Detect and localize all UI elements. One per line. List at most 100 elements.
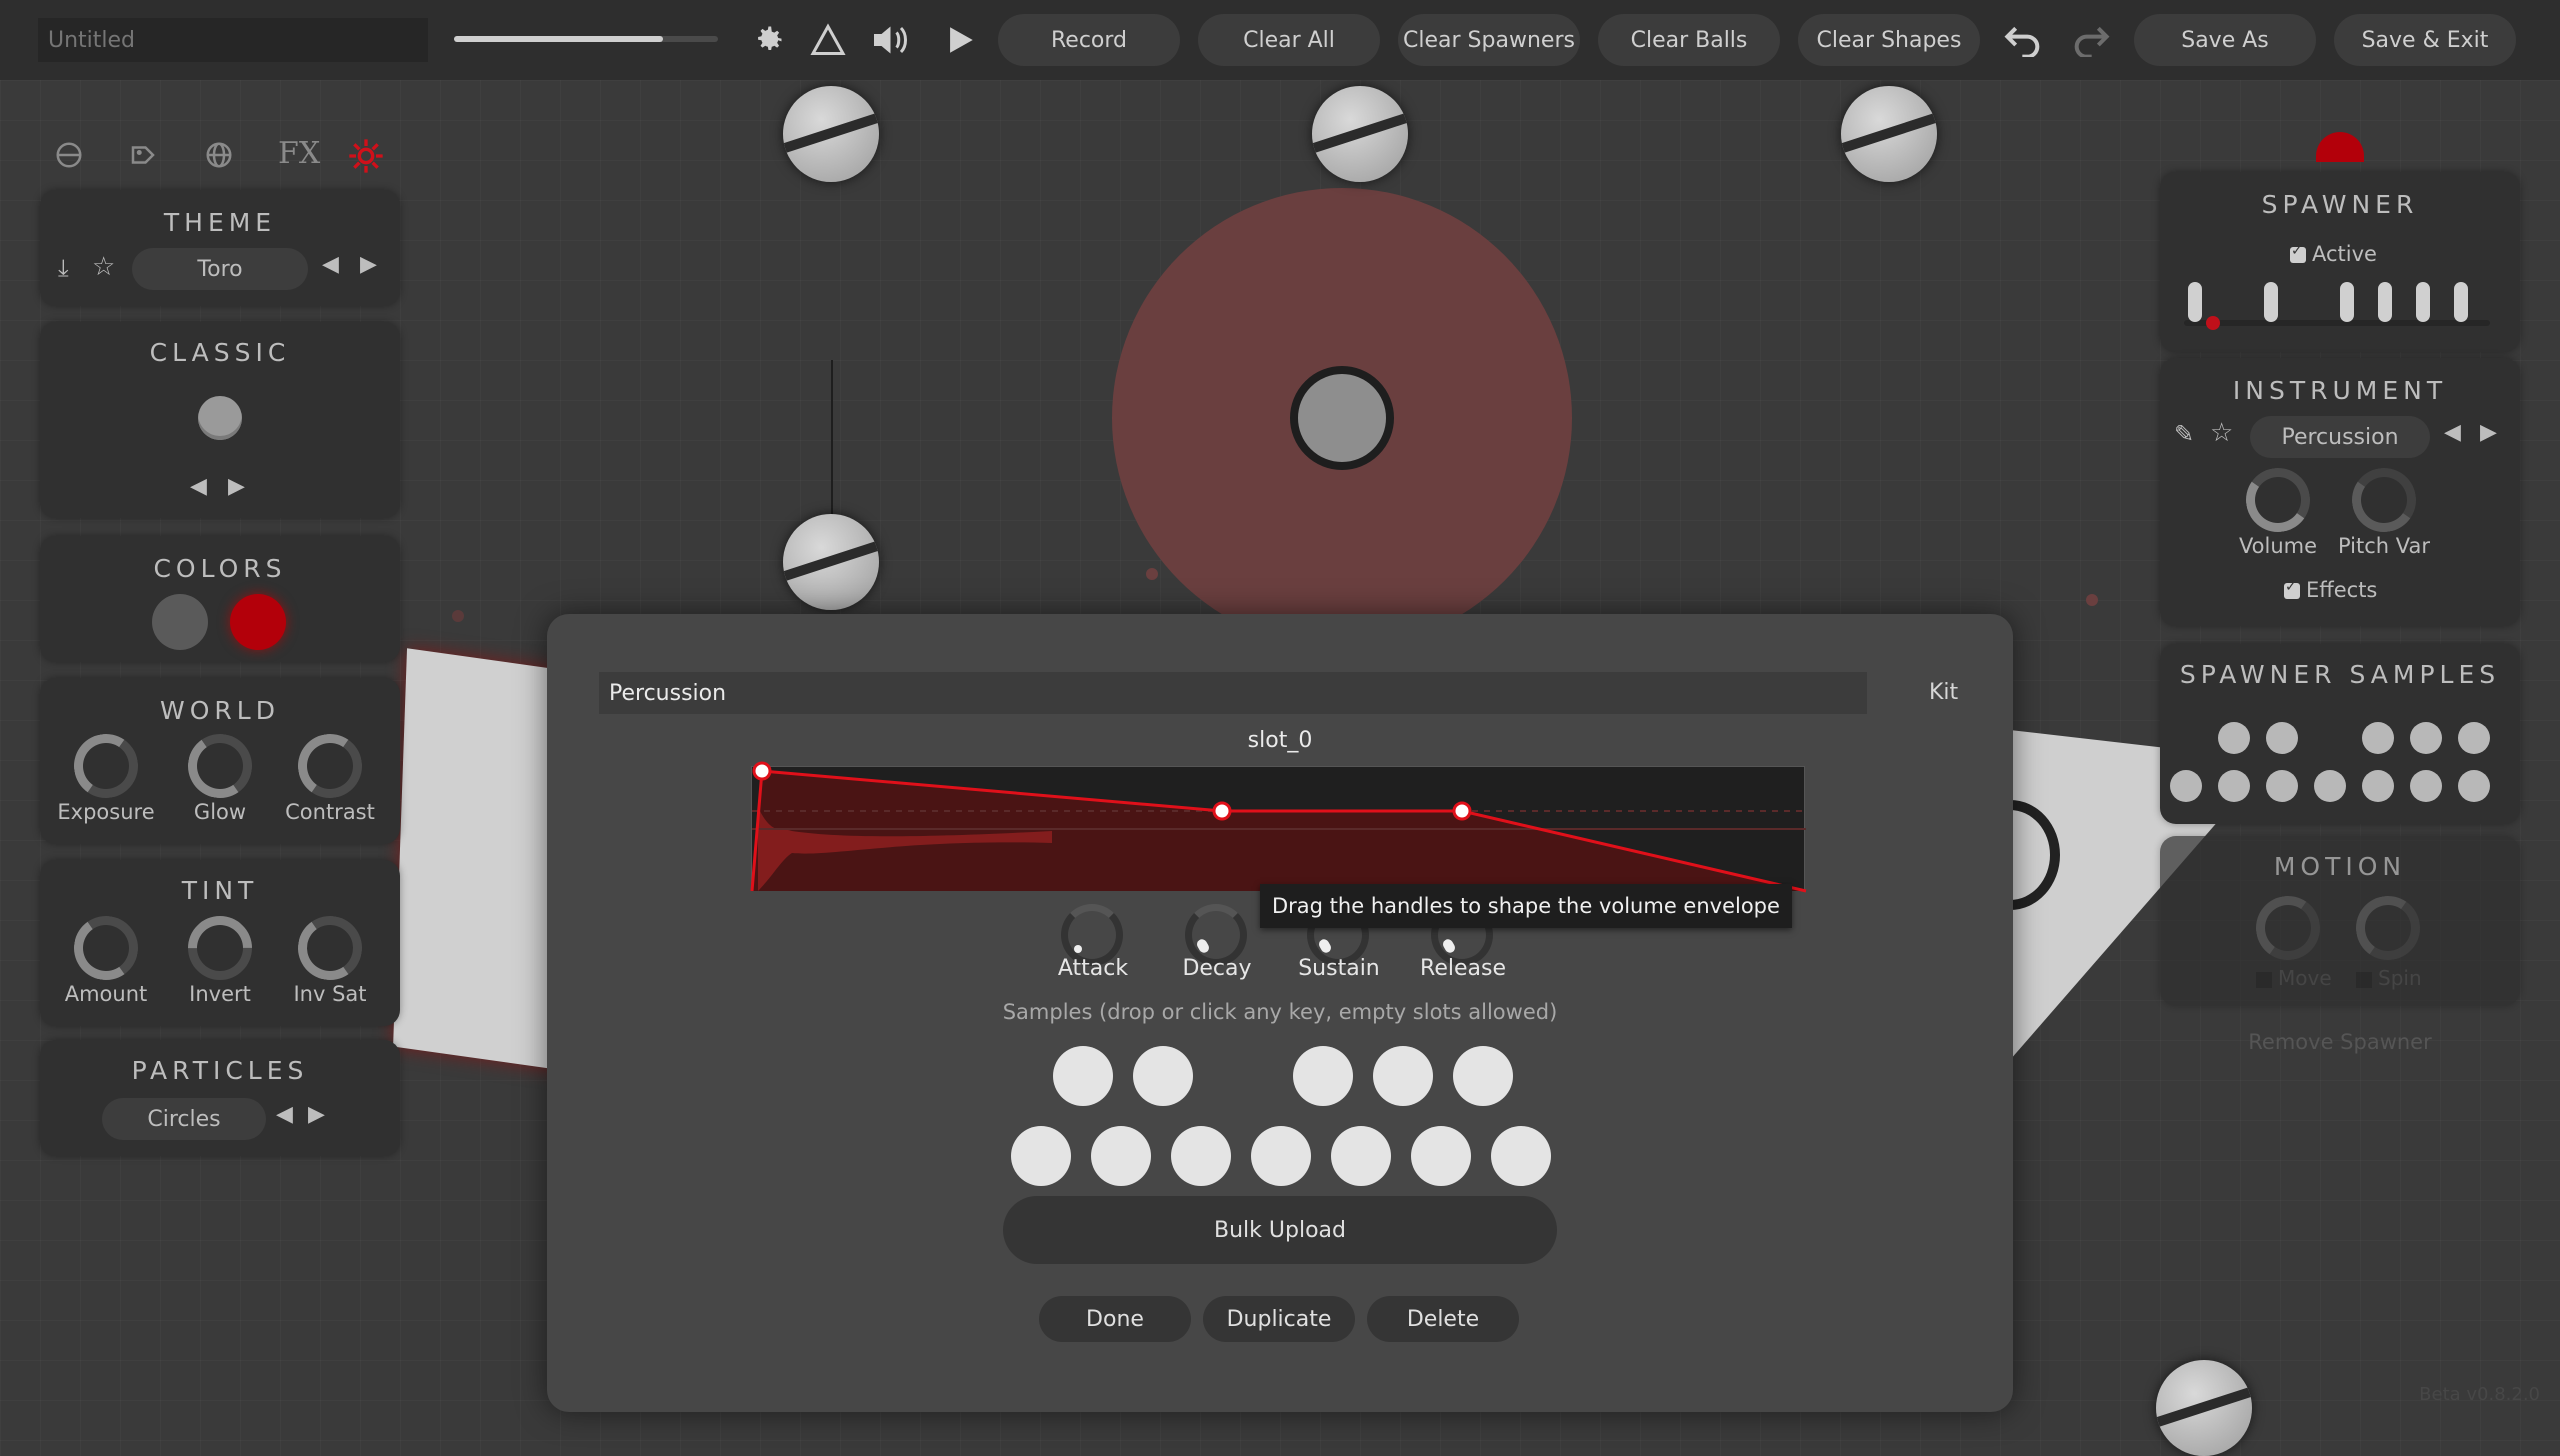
kit-toggle[interactable]: Kit bbox=[1929, 680, 1958, 705]
edit-pencil-icon[interactable]: ✎ bbox=[2174, 420, 2194, 448]
contrast-knob[interactable] bbox=[292, 728, 368, 804]
sample-key[interactable] bbox=[1331, 1126, 1391, 1186]
spawner-sample-key[interactable] bbox=[2362, 770, 2394, 802]
theme-selector[interactable]: Toro bbox=[132, 248, 308, 290]
spawner-cylinder-5[interactable] bbox=[2156, 1360, 2252, 1456]
sample-key[interactable] bbox=[1411, 1126, 1471, 1186]
particles-selector[interactable]: Circles bbox=[102, 1098, 266, 1140]
motion-move-checkbox[interactable]: Move bbox=[2256, 966, 2332, 990]
undo-icon[interactable] bbox=[2000, 16, 2048, 64]
spawner-sample-key[interactable] bbox=[2266, 722, 2298, 754]
tint-inv-sat-knob[interactable] bbox=[292, 910, 368, 986]
duplicate-button[interactable]: Duplicate bbox=[1203, 1296, 1355, 1342]
spawner-sample-key[interactable] bbox=[2266, 770, 2298, 802]
theme-title: THEME bbox=[163, 208, 277, 237]
spawner-sample-key[interactable] bbox=[2218, 722, 2250, 754]
classic-prev-arrow-icon[interactable]: ◀ bbox=[190, 474, 207, 499]
theme-next-arrow-icon[interactable]: ▶ bbox=[360, 252, 377, 277]
redo-icon[interactable] bbox=[2066, 16, 2114, 64]
color-swatch-accent[interactable] bbox=[230, 594, 286, 650]
instrument-selector[interactable]: Percussion bbox=[2250, 416, 2430, 458]
exposure-knob[interactable] bbox=[68, 728, 144, 804]
color-swatch-primary[interactable] bbox=[152, 594, 208, 650]
motion-spin-checkbox[interactable]: Spin bbox=[2356, 966, 2422, 990]
spawner-step-bar[interactable] bbox=[2340, 282, 2354, 322]
spawner-sample-key[interactable] bbox=[2362, 722, 2394, 754]
sample-key[interactable] bbox=[1453, 1046, 1513, 1106]
sample-key[interactable] bbox=[1011, 1126, 1071, 1186]
particles-prev-arrow-icon[interactable]: ◀ bbox=[276, 1102, 293, 1127]
scene-center-ball[interactable] bbox=[1290, 366, 1394, 470]
save-exit-button[interactable]: Save & Exit bbox=[2334, 14, 2516, 66]
sample-key[interactable] bbox=[1133, 1046, 1193, 1106]
download-icon[interactable]: ⤓ bbox=[58, 254, 69, 282]
clear-balls-button[interactable]: Clear Balls bbox=[1598, 14, 1780, 66]
classic-next-arrow-icon[interactable]: ▶ bbox=[228, 474, 245, 499]
spawner-sample-key[interactable] bbox=[2218, 770, 2250, 802]
attack-handle[interactable] bbox=[752, 761, 772, 781]
remove-spawner-button[interactable]: Remove Spawner bbox=[2160, 1030, 2520, 1054]
instrument-star-icon[interactable]: ☆ bbox=[2210, 418, 2233, 448]
tab-fx[interactable]: FX bbox=[278, 136, 320, 171]
spawner-cylinder-3[interactable] bbox=[1841, 86, 1937, 182]
tint-invert-knob[interactable] bbox=[174, 902, 266, 994]
instrument-volume-knob[interactable] bbox=[2240, 462, 2316, 538]
instrument-effects-checkbox[interactable]: Effects bbox=[2284, 578, 2377, 602]
spawner-cylinder-4[interactable] bbox=[783, 514, 879, 610]
sample-key[interactable] bbox=[1293, 1046, 1353, 1106]
instrument-next-arrow-icon[interactable]: ▶ bbox=[2480, 420, 2497, 445]
sample-key[interactable] bbox=[1171, 1126, 1231, 1186]
record-button[interactable]: Record bbox=[998, 14, 1180, 66]
instrument-name-field[interactable]: Percussion bbox=[599, 672, 1867, 714]
spawner-step-bar[interactable] bbox=[2416, 282, 2430, 322]
instrument-pitch-var-knob[interactable] bbox=[2346, 462, 2422, 538]
spawner-step-bar[interactable] bbox=[2188, 282, 2202, 322]
spawner-sample-key[interactable] bbox=[2170, 770, 2202, 802]
tab-palette[interactable] bbox=[128, 140, 162, 174]
delete-button[interactable]: Delete bbox=[1367, 1296, 1519, 1342]
done-button[interactable]: Done bbox=[1039, 1296, 1191, 1342]
spawner-sample-key[interactable] bbox=[2410, 722, 2442, 754]
particles-next-arrow-icon[interactable]: ▶ bbox=[308, 1102, 325, 1127]
motion-move-knob[interactable] bbox=[2250, 890, 2326, 966]
decay-handle[interactable] bbox=[1212, 801, 1232, 821]
star-icon[interactable]: ☆ bbox=[92, 252, 115, 282]
spawner-sample-key[interactable] bbox=[2458, 722, 2490, 754]
save-as-button[interactable]: Save As bbox=[2134, 14, 2316, 66]
metronome-triangle-icon[interactable] bbox=[804, 16, 852, 64]
speaker-volume-icon[interactable] bbox=[868, 16, 916, 64]
tab-sun[interactable] bbox=[346, 136, 388, 178]
volume-envelope-editor[interactable] bbox=[750, 761, 1807, 893]
theme-prev-arrow-icon[interactable]: ◀ bbox=[322, 252, 339, 277]
clear-shapes-button[interactable]: Clear Shapes bbox=[1798, 14, 1980, 66]
classic-panel: CLASSIC ◀ ▶ bbox=[40, 322, 400, 518]
sample-key[interactable] bbox=[1091, 1126, 1151, 1186]
tab-world[interactable] bbox=[204, 140, 238, 174]
sample-key[interactable] bbox=[1053, 1046, 1113, 1106]
spawner-active-checkbox[interactable]: Active bbox=[2290, 242, 2377, 266]
clear-all-button[interactable]: Clear All bbox=[1198, 14, 1380, 66]
spawner-step-bar[interactable] bbox=[2454, 282, 2468, 322]
sustain-handle[interactable] bbox=[1452, 801, 1472, 821]
spawner-step-bar[interactable] bbox=[2378, 282, 2392, 322]
settings-gear-icon[interactable] bbox=[744, 16, 792, 64]
spawner-cylinder-2[interactable] bbox=[1312, 86, 1408, 182]
play-icon[interactable] bbox=[936, 16, 984, 64]
bulk-upload-button[interactable]: Bulk Upload bbox=[1003, 1196, 1557, 1264]
spawner-sample-key[interactable] bbox=[2458, 770, 2490, 802]
spawner-step-bar[interactable] bbox=[2264, 282, 2278, 322]
sample-key[interactable] bbox=[1251, 1126, 1311, 1186]
motion-spin-knob[interactable] bbox=[2350, 890, 2426, 966]
tint-amount-knob[interactable] bbox=[68, 910, 144, 986]
project-title-input[interactable] bbox=[38, 18, 428, 62]
clear-spawners-button[interactable]: Clear Spawners bbox=[1398, 14, 1580, 66]
sample-key[interactable] bbox=[1373, 1046, 1433, 1106]
palette-icon bbox=[131, 146, 155, 164]
tab-globe-off[interactable] bbox=[54, 140, 88, 174]
spawner-sample-key[interactable] bbox=[2410, 770, 2442, 802]
spawner-sample-key[interactable] bbox=[2314, 770, 2346, 802]
instrument-prev-arrow-icon[interactable]: ◀ bbox=[2444, 420, 2461, 445]
sample-key[interactable] bbox=[1491, 1126, 1551, 1186]
spawner-cylinder-1[interactable] bbox=[783, 86, 879, 182]
glow-knob[interactable] bbox=[182, 728, 258, 804]
